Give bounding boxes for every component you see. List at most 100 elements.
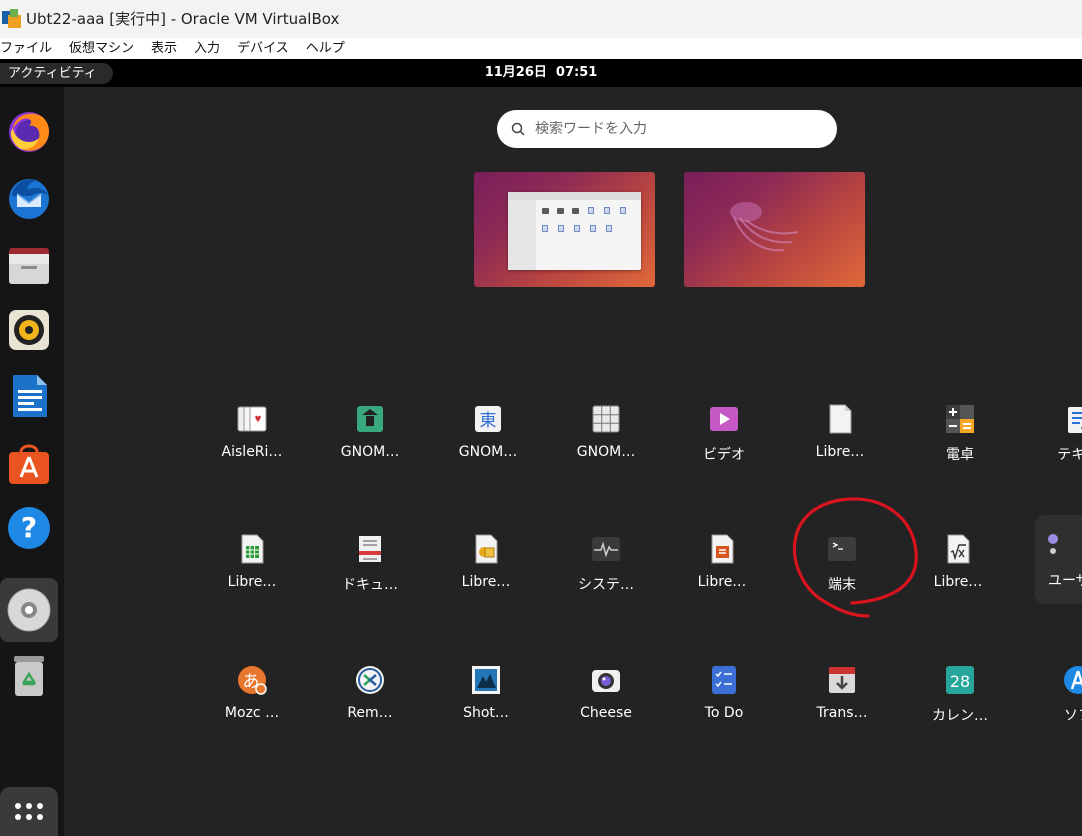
menu-view[interactable]: 表示	[151, 38, 177, 59]
app-label: Rem…	[347, 705, 393, 721]
libreoffice-writer-icon	[13, 375, 47, 417]
app-libreoffice[interactable]: Libre…	[785, 388, 895, 478]
app-libreoffice-draw[interactable]: Libre…	[431, 518, 541, 608]
app-calculator[interactable]: 電卓	[905, 388, 1015, 478]
app-label: GNOM…	[340, 444, 400, 460]
app-mozc[interactable]: あ Mozc …	[197, 649, 307, 739]
window-title: Ubt22-aaa [実行中] - Oracle VM VirtualBox	[26, 10, 340, 28]
app-remmina[interactable]: Rem…	[315, 649, 425, 739]
calendar-icon: 28	[946, 666, 974, 694]
app-videos[interactable]: ビデオ	[669, 388, 779, 478]
app-cheese[interactable]: Cheese	[551, 649, 661, 739]
files-icon	[9, 248, 49, 284]
window-header	[508, 192, 641, 200]
folder-icon	[557, 208, 564, 214]
app-label: 端末	[828, 577, 856, 593]
window-titlebar[interactable]: Ubt22-aaa [実行中] - Oracle VM VirtualBox	[0, 0, 1082, 38]
app-label: Trans…	[816, 705, 868, 721]
cheese-camera-icon	[592, 670, 620, 692]
calculator-icon	[946, 405, 974, 433]
search-icon	[511, 122, 525, 136]
app-transmission[interactable]: Trans…	[787, 649, 897, 739]
app-terminal[interactable]: 端末	[787, 518, 897, 608]
terminal-icon	[828, 537, 856, 561]
app-label: Libre…	[933, 574, 983, 590]
app-label: Mozc …	[224, 705, 280, 721]
menu-help[interactable]: ヘルプ	[306, 38, 345, 59]
document-icon	[558, 225, 564, 232]
libreoffice-math-icon	[947, 534, 970, 564]
cards-icon	[237, 406, 267, 432]
kanji-tile-icon: 東	[475, 406, 501, 432]
users-folder-icon	[1047, 534, 1058, 554]
app-libreoffice-math[interactable]: Libre…	[903, 518, 1013, 608]
workspace-2-thumbnail[interactable]	[684, 172, 865, 287]
shotwell-icon	[472, 666, 500, 694]
software-store-icon	[1064, 666, 1082, 694]
libreoffice-impress-icon	[711, 534, 734, 564]
workspace-1-thumbnail[interactable]	[474, 172, 655, 287]
app-users-folder[interactable]: ユーザ	[1035, 515, 1082, 604]
dock-item-files[interactable]	[0, 232, 58, 296]
activities-button[interactable]: アクティビティ	[0, 63, 113, 84]
help-icon: ?	[8, 507, 50, 549]
search-input[interactable]	[535, 121, 815, 137]
clock[interactable]: 11月26日 07:51	[0, 59, 1082, 87]
app-document-viewer[interactable]: ドキュ…	[315, 518, 425, 608]
app-label: ビデオ	[703, 447, 745, 463]
svg-text:?: ?	[21, 511, 37, 544]
app-software[interactable]: ソフ	[1023, 649, 1082, 739]
app-text-editor[interactable]: テキス	[1023, 388, 1082, 478]
show-apps-button[interactable]	[0, 787, 58, 836]
dock-item-thunderbird[interactable]	[0, 166, 58, 230]
dock-item-writer[interactable]	[0, 364, 58, 428]
app-label: AisleRi…	[221, 444, 283, 460]
menu-machine[interactable]: 仮想マシン	[69, 38, 134, 59]
app-label: カレン…	[932, 708, 988, 724]
firefox-icon	[9, 112, 49, 152]
dock-item-trash[interactable]	[0, 644, 58, 708]
folder-icon	[572, 208, 579, 214]
app-label: GNOM…	[576, 444, 636, 460]
app-shotwell[interactable]: Shot…	[431, 649, 541, 739]
app-label: Libre…	[227, 574, 277, 590]
transmission-icon	[829, 667, 855, 693]
document-icon	[574, 225, 580, 232]
dock-item-disc[interactable]	[0, 578, 58, 642]
video-player-icon	[710, 407, 738, 431]
menu-file[interactable]: ファイル	[0, 38, 52, 59]
document-icon	[620, 207, 626, 214]
document-viewer-icon	[359, 536, 381, 562]
search-box[interactable]	[497, 110, 837, 148]
app-gnome-mahjongg[interactable]: GNOM…	[315, 388, 425, 478]
app-label: GNOM…	[458, 444, 518, 460]
trash-icon	[14, 656, 44, 696]
app-aisleriot[interactable]: AisleRi…	[197, 388, 307, 478]
app-todo[interactable]: To Do	[669, 649, 779, 739]
dock-item-help[interactable]: ?	[0, 496, 58, 560]
mozc-icon: あ	[238, 666, 267, 695]
gnome-topbar: 11月26日 07:51 アクティビティ	[0, 59, 1082, 87]
mahjongg-icon	[357, 406, 383, 432]
rhythmbox-icon	[9, 310, 49, 350]
app-libreoffice-impress[interactable]: Libre…	[667, 518, 777, 608]
dock-item-rhythmbox[interactable]	[0, 298, 58, 362]
app-system-monitor[interactable]: システ…	[551, 518, 661, 608]
text-editor-icon	[1068, 407, 1082, 433]
document-icon	[588, 207, 594, 214]
folder-icon	[542, 208, 549, 214]
thunderbird-icon	[9, 179, 49, 219]
app-libreoffice-calc[interactable]: Libre…	[197, 518, 307, 608]
app-gnome-sudoku[interactable]: GNOM…	[551, 388, 661, 478]
app-label: ドキュ…	[342, 577, 398, 593]
dock-item-app-center[interactable]	[0, 430, 58, 494]
system-monitor-icon	[592, 537, 620, 561]
sudoku-icon	[592, 405, 620, 433]
app-gnome-kanji[interactable]: 東 GNOM…	[433, 388, 543, 478]
menu-devices[interactable]: デバイス	[237, 38, 289, 59]
files-window-thumbnail[interactable]	[508, 192, 641, 270]
jellyfish-wallpaper-icon	[730, 202, 799, 252]
app-calendar[interactable]: 28 カレン…	[905, 649, 1015, 739]
dock-item-firefox[interactable]	[0, 100, 58, 164]
menu-input[interactable]: 入力	[194, 38, 220, 59]
